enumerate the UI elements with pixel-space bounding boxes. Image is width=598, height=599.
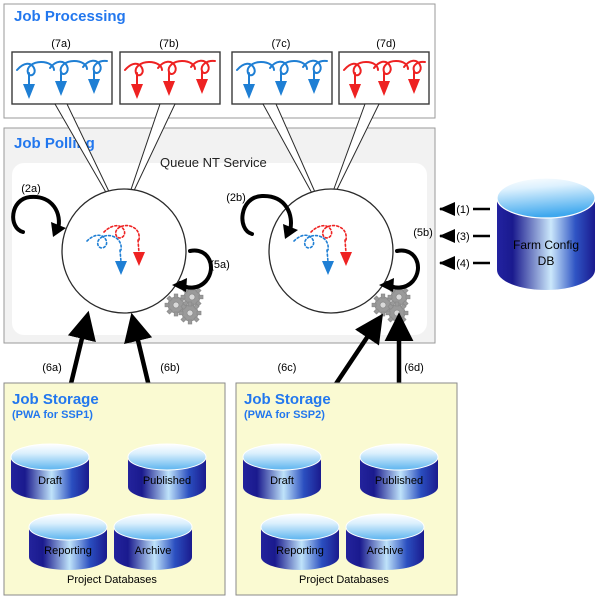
database-cylinder-draft-ssp2[interactable]: Draft [242, 443, 322, 500]
arrow-6b-label: (6b) [160, 362, 180, 374]
cylinder-label: Archive [135, 545, 172, 557]
job-processing-box-7a-label: (7a) [51, 38, 71, 50]
cylinder-top [28, 513, 108, 541]
cylinder-label: Draft [38, 475, 62, 487]
database-cylinder-published-ssp2[interactable]: Published [359, 443, 439, 500]
cylinder-top [127, 443, 207, 471]
queue-node-1-circle [61, 188, 187, 314]
job-storage-panel-2-title: Job Storage [244, 391, 331, 408]
job-processing-box-7c-label: (7c) [272, 38, 291, 50]
job-storage-panel-2-caption: Project Databases [299, 574, 389, 586]
database-cylinder-reporting-ssp2[interactable]: Reporting [260, 513, 340, 570]
job-processing-title: Job Processing [14, 8, 126, 25]
cylinder-label: Reporting [44, 545, 92, 557]
cylinder-top [260, 513, 340, 541]
db-connector-4-label: (4) [456, 258, 469, 270]
cylinder-label: Reporting [276, 545, 324, 557]
job-storage-panel-1-subtitle: (PWA for SSP1) [12, 409, 93, 421]
job-processing-box-7b-label: (7b) [159, 38, 179, 50]
database-cylinder-draft-ssp1[interactable]: Draft [10, 443, 90, 500]
job-storage-panel-1: Job Storage (PWA for SSP1) Draft Publish… [3, 382, 226, 596]
cylinder-top [242, 443, 322, 471]
storage-to-polling-labels: (6a) (6b) (6c) (6d) [42, 362, 424, 374]
farm-config-db-cylinder[interactable]: Farm Config DB [496, 177, 596, 290]
diagram-canvas: Job Processing (7a) (7b) (7c) (7d) Job P… [0, 0, 598, 599]
cylinder-top [10, 443, 90, 471]
db-connector-3: (3) [439, 229, 490, 243]
cylinder-label: Published [375, 475, 423, 487]
queue-node-2-loop-out-label: (5b) [413, 227, 433, 239]
database-cylinder-archive-ssp2[interactable]: Archive [345, 513, 425, 570]
job-processing-box-7d-label: (7d) [376, 38, 396, 50]
arrow-6a-label: (6a) [42, 362, 62, 374]
database-cylinder-archive-ssp1[interactable]: Archive [113, 513, 193, 570]
queue-node-1-loop-out-label: (5a) [210, 259, 230, 271]
farm-config-db-label-line2: DB [538, 254, 555, 268]
arrow-6c-label: (6c) [278, 362, 297, 374]
farm-config-db-connectors: (1) (3) (4) [439, 202, 490, 270]
job-polling-panel: Job Polling Queue NT Service (2a) (5a) (… [3, 103, 436, 344]
db-connector-1-arrowhead [439, 202, 455, 216]
job-storage-panel-2: Job Storage (PWA for SSP2) Draft Publish… [235, 382, 458, 596]
db-connector-4: (4) [439, 256, 490, 270]
cylinder-label: Draft [270, 475, 294, 487]
db-connector-1-label: (1) [456, 204, 469, 216]
cylinder-top [359, 443, 439, 471]
job-storage-panel-1-title: Job Storage [12, 391, 99, 408]
db-connector-3-label: (3) [456, 231, 469, 243]
database-cylinder-published-ssp1[interactable]: Published [127, 443, 207, 500]
queue-node-2-loop-in-label: (2b) [226, 192, 246, 204]
db-connector-4-arrowhead [439, 256, 455, 270]
job-storage-panel-1-caption: Project Databases [67, 574, 157, 586]
architecture-diagram: Job Processing (7a) (7b) (7c) (7d) Job P… [3, 3, 596, 596]
arrow-6d-label: (6d) [404, 362, 424, 374]
job-processing-panel: Job Processing (7a) (7b) (7c) (7d) [3, 3, 436, 119]
db-connector-3-arrowhead [439, 229, 455, 243]
queue-nt-service-label: Queue NT Service [160, 155, 267, 170]
database-cylinder-reporting-ssp1[interactable]: Reporting [28, 513, 108, 570]
cylinder-top [113, 513, 193, 541]
cylinder-top [345, 513, 425, 541]
queue-node-1-loop-in-label: (2a) [21, 183, 41, 195]
cylinder-label: Archive [367, 545, 404, 557]
job-storage-panel-2-subtitle: (PWA for SSP2) [244, 409, 325, 421]
farm-config-db-label-line1: Farm Config [513, 238, 579, 252]
farm-config-db-top [496, 177, 596, 219]
cylinder-label: Published [143, 475, 191, 487]
db-connector-1: (1) [439, 202, 490, 216]
